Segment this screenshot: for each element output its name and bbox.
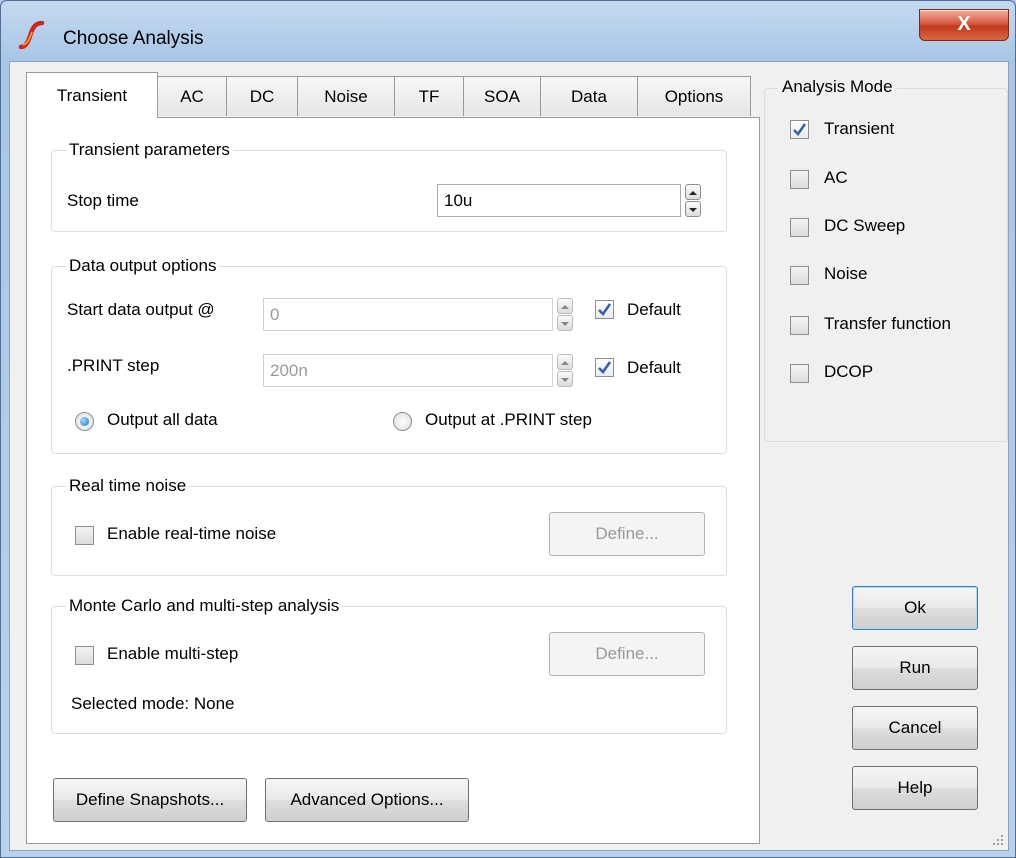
- ok-button[interactable]: Ok: [852, 586, 978, 630]
- mode-transfer-function-label: Transfer function: [824, 314, 951, 333]
- selected-mode-text: Selected mode: None: [71, 694, 235, 713]
- mode-transfer-function-checkbox[interactable]: [790, 316, 809, 335]
- print-step-input[interactable]: 200n: [263, 354, 553, 387]
- close-icon: X: [957, 13, 971, 35]
- enable-real-time-noise-label: Enable real-time noise: [107, 524, 277, 543]
- output-all-data-radio[interactable]: [75, 412, 94, 431]
- spin-up-icon[interactable]: [557, 298, 573, 314]
- group-label: Transient parameters: [69, 140, 230, 159]
- tab-ac[interactable]: AC: [157, 76, 227, 116]
- mode-noise-label: Noise: [824, 264, 868, 283]
- print-default-label: Default: [627, 358, 681, 377]
- analysis-mode-label: Analysis Mode: [778, 77, 897, 97]
- enable-multi-step-checkbox[interactable]: [75, 646, 94, 665]
- mode-dc-sweep-label: DC Sweep: [824, 216, 906, 235]
- mode-dcop-label: DCOP: [824, 362, 874, 381]
- spin-down-icon[interactable]: [557, 315, 573, 331]
- checkmark-icon: [598, 303, 612, 317]
- group-label: Data output options: [69, 256, 217, 275]
- spin-down-icon[interactable]: [685, 201, 701, 217]
- start-data-output-input[interactable]: 0: [263, 298, 553, 331]
- run-button[interactable]: Run: [852, 646, 978, 690]
- output-at-print-step-radio[interactable]: [393, 412, 412, 431]
- checkmark-icon: [793, 123, 807, 137]
- simetrix-logo-icon: [18, 21, 45, 49]
- stop-time-input[interactable]: 10u: [437, 184, 681, 217]
- start-default-checkbox[interactable]: [595, 300, 614, 319]
- spin-down-icon[interactable]: [557, 371, 573, 387]
- define-noise-button[interactable]: Define...: [549, 512, 705, 556]
- mode-ac-label: AC: [824, 168, 848, 187]
- mode-transient-checkbox[interactable]: [790, 120, 809, 139]
- mode-dc-sweep-checkbox[interactable]: [790, 218, 809, 237]
- help-button[interactable]: Help: [852, 766, 978, 810]
- spin-up-icon[interactable]: [685, 184, 701, 200]
- tab-panel-transient: Transient parameters Stop time 10u Data …: [26, 117, 760, 844]
- print-step-spinner[interactable]: [557, 354, 573, 387]
- print-step-label: .PRINT step: [67, 356, 160, 375]
- mode-dcop-checkbox[interactable]: [790, 364, 809, 383]
- start-default-label: Default: [627, 300, 681, 319]
- tab-data[interactable]: Data: [540, 76, 638, 116]
- output-all-data-label: Output all data: [107, 410, 218, 429]
- checkmark-icon: [598, 361, 612, 375]
- advanced-options-button[interactable]: Advanced Options...: [265, 778, 469, 822]
- spin-up-icon[interactable]: [557, 354, 573, 370]
- tab-dc[interactable]: DC: [226, 76, 298, 116]
- resize-grip-icon[interactable]: [990, 832, 1004, 846]
- tab-tf[interactable]: TF: [394, 76, 464, 116]
- tab-noise[interactable]: Noise: [297, 76, 395, 116]
- stop-time-spinner[interactable]: [685, 184, 701, 217]
- dialog-client: Transient AC DC Noise TF SOA Data Option…: [9, 61, 1009, 851]
- tab-options[interactable]: Options: [637, 76, 751, 116]
- mode-ac-checkbox[interactable]: [790, 170, 809, 189]
- title-bar[interactable]: Choose Analysis X: [1, 1, 1015, 61]
- window-title: Choose Analysis: [63, 28, 204, 49]
- start-data-output-spinner[interactable]: [557, 298, 573, 331]
- mode-transient-label: Transient: [824, 119, 895, 138]
- enable-real-time-noise-checkbox[interactable]: [75, 526, 94, 545]
- tab-transient[interactable]: Transient: [26, 72, 158, 118]
- group-label: Real time noise: [69, 476, 187, 495]
- print-default-checkbox[interactable]: [595, 358, 614, 377]
- define-snapshots-button[interactable]: Define Snapshots...: [53, 778, 247, 822]
- dialog-window: Choose Analysis X Transient AC DC Noise …: [0, 0, 1016, 858]
- enable-multi-step-label: Enable multi-step: [107, 644, 239, 663]
- tab-soa[interactable]: SOA: [463, 76, 541, 116]
- analysis-mode-group: [764, 88, 1008, 442]
- start-data-output-label: Start data output @: [67, 300, 215, 319]
- cancel-button[interactable]: Cancel: [852, 706, 978, 750]
- close-button[interactable]: X: [919, 9, 1009, 41]
- group-label: Monte Carlo and multi-step analysis: [69, 596, 340, 615]
- define-multi-step-button[interactable]: Define...: [549, 632, 705, 676]
- output-at-print-step-label: Output at .PRINT step: [425, 410, 592, 429]
- stop-time-label: Stop time: [67, 191, 139, 210]
- mode-noise-checkbox[interactable]: [790, 266, 809, 285]
